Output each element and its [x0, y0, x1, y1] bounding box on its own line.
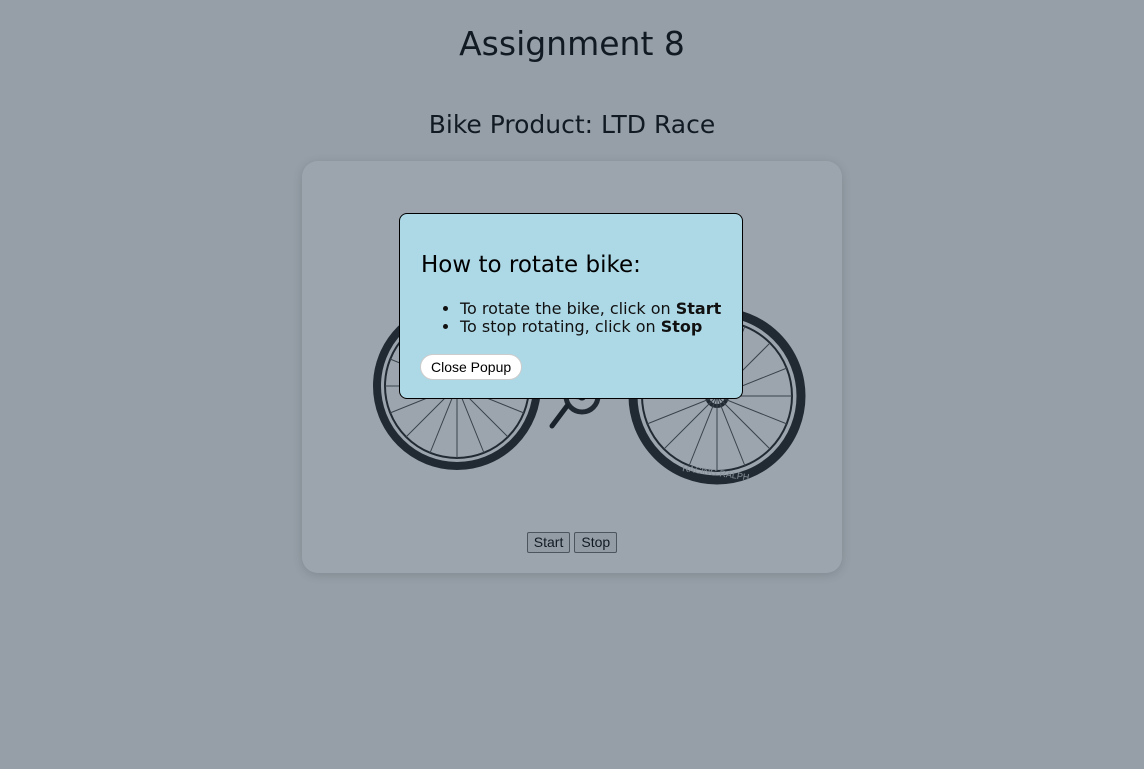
- instruction-text: To rotate the bike, click on: [460, 299, 676, 318]
- close-popup-button[interactable]: Close Popup: [420, 354, 523, 380]
- instruction-keyword: Stop: [660, 317, 703, 336]
- list-item: To rotate the bike, click on Start: [460, 300, 721, 318]
- help-popup: How to rotate bike: To rotate the bike, …: [399, 213, 743, 399]
- instruction-text: To stop rotating, click on: [460, 317, 661, 336]
- page: Assignment 8 Bike Product: LTD Race RACI…: [0, 0, 1144, 769]
- popup-heading: How to rotate bike:: [421, 252, 641, 278]
- instruction-keyword: Start: [675, 299, 722, 318]
- popup-instructions: To rotate the bike, click on Start To st…: [441, 300, 721, 336]
- list-item: To stop rotating, click on Stop: [460, 318, 721, 336]
